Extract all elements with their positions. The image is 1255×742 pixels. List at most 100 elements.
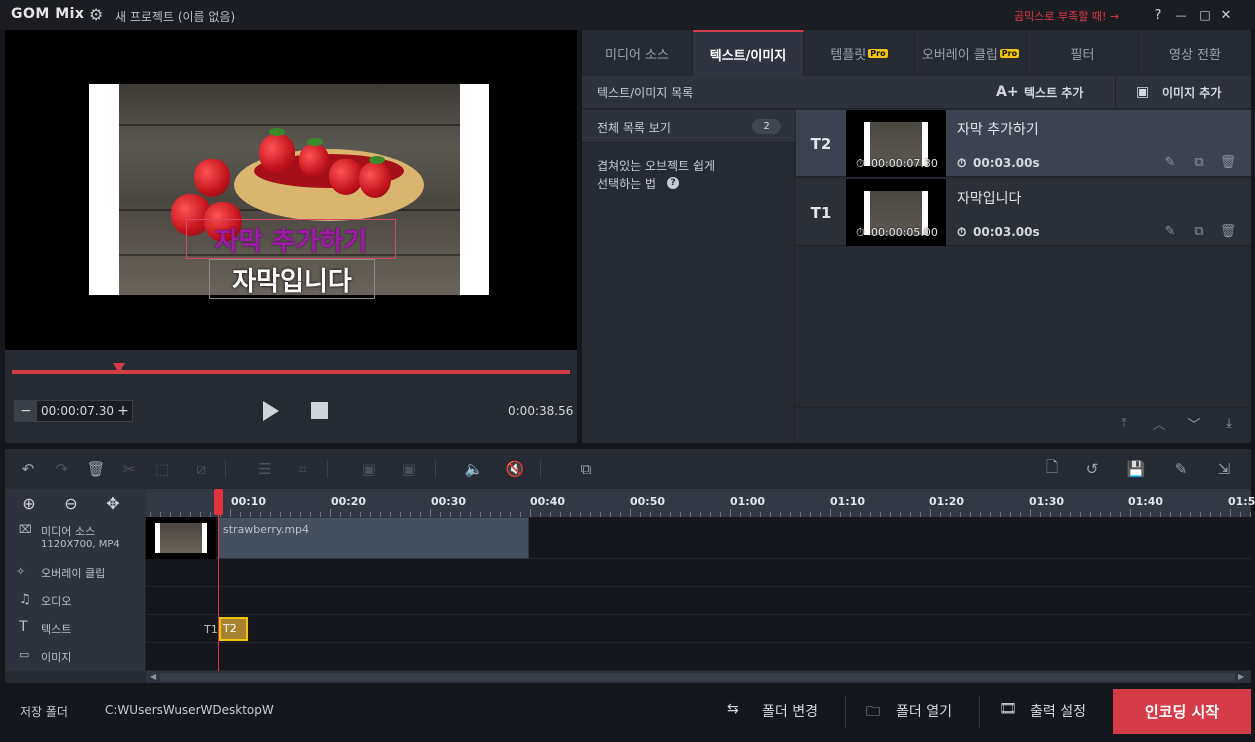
- folder-change-icon[interactable]: ⇆: [727, 701, 739, 717]
- timecode-plus-button[interactable]: +: [112, 401, 134, 421]
- film-settings-icon[interactable]: 🎞: [999, 701, 1017, 717]
- trash-icon[interactable]: 🗑: [1220, 154, 1237, 170]
- adjust-icon[interactable]: ☰: [254, 458, 276, 480]
- tab-label: 필터: [1070, 47, 1095, 63]
- open-folder-button[interactable]: 폴더 열기: [896, 701, 952, 721]
- list-order-bar: [796, 407, 1251, 443]
- pro-badge: Pro: [999, 48, 1020, 58]
- encode-button[interactable]: 인코딩 시작: [1113, 689, 1251, 734]
- track-overlay: [5, 559, 1251, 587]
- stop-icon[interactable]: [311, 402, 328, 419]
- ruler-label: 00:10: [231, 495, 267, 508]
- gear-icon[interactable]: ⚙: [89, 5, 103, 24]
- tip-line-2[interactable]: 선택하는 법: [597, 175, 656, 192]
- folder-icon[interactable]: 🗀: [866, 701, 880, 725]
- duplicate-icon[interactable]: ⧉: [1191, 154, 1207, 170]
- export-icon[interactable]: ⇲: [1213, 458, 1235, 480]
- minimize-button[interactable]: —: [1172, 6, 1190, 24]
- tab-text-image[interactable]: 텍스트/이미지: [693, 30, 804, 76]
- zoom-in-icon[interactable]: ⊕: [19, 493, 39, 513]
- move-up-icon[interactable]: ︿: [1150, 414, 1168, 433]
- zoom-out-icon[interactable]: ⊖: [61, 493, 81, 513]
- playhead-handle[interactable]: [214, 489, 223, 515]
- new-project-icon[interactable]: 🗋: [1041, 458, 1063, 480]
- redo-icon[interactable]: ↷: [51, 458, 73, 480]
- image-end-icon[interactable]: ▣: [398, 458, 420, 480]
- text-icon: T: [19, 619, 28, 635]
- save-folder-label: 저장 폴더: [20, 705, 68, 719]
- add-image-button[interactable]: 이미지 추가: [1162, 84, 1221, 101]
- tab-template[interactable]: 템플릿 Pro: [804, 30, 915, 76]
- tab-label: 영상 전환: [1169, 47, 1221, 63]
- output-settings-button[interactable]: 출력 설정: [1030, 701, 1086, 721]
- duplicate-icon[interactable]: ⧉: [1191, 223, 1207, 239]
- play-icon[interactable]: [263, 401, 279, 421]
- timecode-minus-button[interactable]: −: [15, 401, 37, 421]
- save-as-icon[interactable]: ✎: [1170, 458, 1192, 480]
- image-start-icon[interactable]: ▣: [358, 458, 380, 480]
- seek-bar[interactable]: [12, 370, 570, 374]
- scroll-left-icon[interactable]: ◀: [150, 672, 156, 681]
- ruler-tick: [530, 509, 531, 517]
- text-clip-t1[interactable]: T1: [203, 617, 219, 641]
- scroll-right-icon[interactable]: ▶: [1238, 672, 1244, 681]
- move-top-icon[interactable]: ⤒: [1115, 414, 1133, 432]
- tab-media-source[interactable]: 미디어 소스: [582, 30, 693, 76]
- ruler-label: 01:30: [1029, 495, 1065, 508]
- add-image-icon[interactable]: ▣: [1136, 84, 1149, 100]
- fit-icon[interactable]: ✥: [103, 493, 123, 513]
- scrollbar-thumb[interactable]: [160, 673, 1235, 681]
- text-clip-t2[interactable]: T2: [219, 617, 248, 641]
- caption-overlay-bottom[interactable]: 자막입니다: [209, 259, 375, 299]
- track-name: 미디어 소스: [41, 525, 96, 538]
- volume-icon[interactable]: 🔈: [463, 458, 485, 480]
- edit-icon[interactable]: ✎: [1162, 154, 1178, 170]
- trash-icon[interactable]: 🗑: [1220, 223, 1237, 239]
- change-folder-button[interactable]: 폴더 변경: [762, 701, 818, 721]
- undo-icon[interactable]: ↶: [17, 458, 39, 480]
- clock-icon: ⏱: [957, 156, 967, 170]
- save-icon[interactable]: 💾: [1125, 458, 1147, 480]
- image-icon: ▭: [19, 648, 30, 661]
- add-text-button[interactable]: 텍스트 추가: [1024, 84, 1083, 101]
- timer-icon: ⏱: [856, 226, 865, 239]
- timeline-ruler[interactable]: [146, 489, 1251, 517]
- close-button[interactable]: ✕: [1217, 6, 1235, 24]
- ruler-label: 00:40: [530, 495, 566, 508]
- current-time[interactable]: 00:00:07.30: [41, 404, 114, 418]
- mute-icon[interactable]: 🔇: [504, 458, 526, 480]
- tab-label: 미디어 소스: [605, 47, 669, 63]
- clip-thumbnail[interactable]: [146, 517, 216, 559]
- ruler-tick: [230, 509, 231, 517]
- track-name: 이미지: [41, 651, 72, 664]
- item-name: 자막입니다: [957, 191, 1022, 207]
- select-icon[interactable]: ⬚: [151, 458, 173, 480]
- help-icon[interactable]: ?: [667, 177, 679, 189]
- track-name: 오버레이 클립: [41, 567, 106, 580]
- maximize-button[interactable]: □: [1196, 6, 1214, 24]
- tab-overlay-clip[interactable]: 오버레이 클립 Pro: [915, 30, 1027, 76]
- track-info: 1120X700, MP4: [41, 539, 120, 550]
- ruler-tick: [730, 509, 731, 517]
- tab-filter[interactable]: 필터: [1027, 30, 1139, 76]
- tab-transition[interactable]: 영상 전환: [1139, 30, 1251, 76]
- help-button[interactable]: ?: [1149, 6, 1167, 24]
- tip-line-1[interactable]: 겹쳐있는 오브젝트 쉽게: [597, 157, 715, 174]
- move-down-icon[interactable]: ﹀: [1185, 414, 1203, 433]
- promo-link[interactable]: 곰믹스로 부족할 때! →: [1014, 8, 1119, 24]
- caption-overlay-top[interactable]: 자막 추가하기: [186, 219, 396, 259]
- edit-icon[interactable]: ✎: [1162, 223, 1178, 239]
- ruler-tick: [1030, 509, 1031, 517]
- snapshot-icon[interactable]: ⧉: [575, 458, 597, 480]
- tab-label: 템플릿: [830, 47, 867, 63]
- item-duration: 00:03.00s: [973, 225, 1040, 239]
- item-count-badge: 2: [752, 119, 781, 134]
- load-project-icon[interactable]: ↺: [1081, 458, 1103, 480]
- move-bottom-icon[interactable]: ⤓: [1220, 414, 1238, 432]
- split-icon[interactable]: ⧄: [190, 458, 212, 480]
- delete-icon[interactable]: 🗑: [85, 458, 107, 480]
- cut-icon[interactable]: ✂: [118, 458, 140, 480]
- crop-icon[interactable]: ⌗: [292, 458, 314, 480]
- ruler-label: 00:50: [630, 495, 666, 508]
- add-text-icon[interactable]: A+: [996, 84, 1019, 100]
